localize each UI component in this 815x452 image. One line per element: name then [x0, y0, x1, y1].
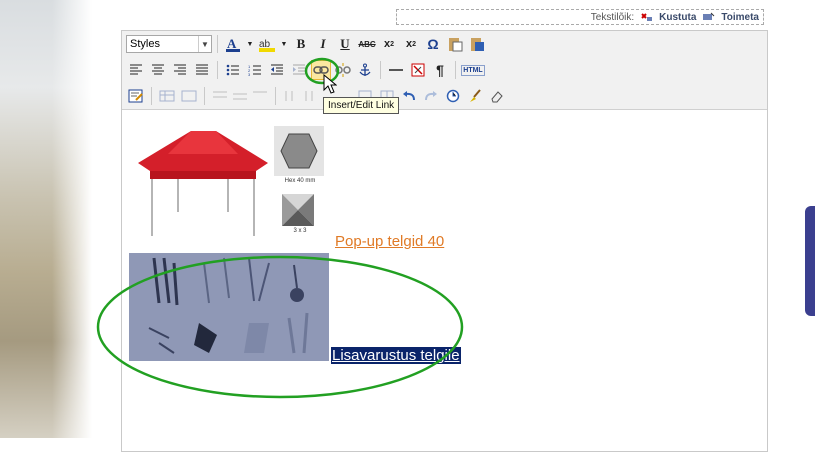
- outdent-icon: [271, 64, 283, 75]
- styles-value: Styles: [130, 38, 160, 50]
- paragraph-label: Tekstilõik:: [590, 11, 635, 23]
- table-icon: [159, 90, 175, 102]
- superscript-button[interactable]: x2: [401, 34, 421, 54]
- outdent-button[interactable]: [267, 60, 287, 80]
- paste-word-button[interactable]: [467, 34, 487, 54]
- toolbar-row-1: Styles ▼ A ▼ ab ▼ B I U ABC x2 x2 Ω: [126, 33, 487, 55]
- editor-toolbar: Styles ▼ A ▼ ab ▼ B I U ABC x2 x2 Ω 123: [122, 31, 767, 110]
- justify-button[interactable]: [192, 60, 212, 80]
- chevron-down-icon[interactable]: ▼: [279, 34, 289, 54]
- redo-button[interactable]: [421, 86, 441, 106]
- undo-button[interactable]: [399, 86, 419, 106]
- redo-icon: [425, 91, 437, 101]
- separator: [151, 87, 152, 105]
- square-caption: 3 x 3: [293, 228, 307, 234]
- separator: [217, 61, 218, 79]
- highlight-button[interactable]: ab: [257, 34, 277, 54]
- underline-button[interactable]: U: [335, 34, 355, 54]
- show-blocks-button[interactable]: ¶: [430, 60, 450, 80]
- eraser-button[interactable]: [487, 86, 507, 106]
- styles-dropdown[interactable]: Styles ▼: [126, 35, 212, 53]
- remove-format-icon: [411, 63, 425, 77]
- separator: [380, 61, 381, 79]
- chevron-down-icon[interactable]: ▼: [245, 34, 255, 54]
- toolbar-row-3: [126, 85, 507, 107]
- bold-button[interactable]: B: [291, 34, 311, 54]
- subscript-button[interactable]: x2: [379, 34, 399, 54]
- svg-text:A: A: [227, 36, 237, 51]
- align-left-button[interactable]: [126, 60, 146, 80]
- insert-time-button[interactable]: [443, 86, 463, 106]
- bullet-list-icon: [226, 64, 239, 76]
- tooltip: Insert/Edit Link: [323, 97, 400, 114]
- hex-profile-thumbnail[interactable]: [274, 126, 324, 176]
- hex-profile-image: [280, 133, 318, 169]
- table-row-icon: [213, 91, 267, 100]
- chevron-down-icon[interactable]: ▼: [198, 36, 211, 52]
- editor-content[interactable]: Hex 40 mm 3 x 3 Pop-up telgid 40 Lisavar…: [96, 110, 767, 450]
- html-label: HTML: [461, 64, 485, 76]
- anchor-icon: [359, 63, 371, 76]
- separator: [275, 87, 276, 105]
- special-char-button[interactable]: Ω: [423, 34, 443, 54]
- align-right-icon: [174, 64, 186, 75]
- delete-button[interactable]: Kustuta: [659, 12, 696, 23]
- html-source-button[interactable]: HTML: [461, 60, 485, 80]
- italic-button[interactable]: I: [313, 34, 333, 54]
- table-button[interactable]: [157, 86, 177, 106]
- remove-format-button[interactable]: [408, 60, 428, 80]
- paste-word-icon: [471, 38, 484, 51]
- cleanup-button[interactable]: [465, 86, 485, 106]
- separator: [217, 35, 218, 53]
- side-tab[interactable]: [805, 206, 815, 316]
- edit-button[interactable]: Toimeta: [721, 12, 759, 23]
- paste-text-button[interactable]: [445, 34, 465, 54]
- table-props-icon: [181, 90, 197, 102]
- bullet-list-button[interactable]: [223, 60, 243, 80]
- paste-text-icon: [449, 38, 463, 52]
- edit-icon[interactable]: [702, 12, 715, 22]
- align-center-button[interactable]: [148, 60, 168, 80]
- annotation-ellipse: [96, 255, 464, 399]
- undo-icon: [403, 91, 415, 101]
- svg-text:3: 3: [248, 72, 251, 76]
- rich-text-editor: Styles ▼ A ▼ ab ▼ B I U ABC x2 x2 Ω 123: [96, 30, 768, 452]
- delete-icon[interactable]: [640, 12, 653, 22]
- horizontal-rule-icon: [389, 69, 403, 71]
- edit-image-icon: [128, 89, 143, 103]
- square-profile-image[interactable]: [278, 192, 318, 228]
- hex-caption: Hex 40 mm: [284, 178, 316, 184]
- justify-icon: [196, 64, 208, 75]
- text-color-button[interactable]: A: [223, 34, 243, 54]
- anchor-button[interactable]: [355, 60, 375, 80]
- edit-image-button[interactable]: [126, 86, 146, 106]
- background-landscape: [0, 0, 92, 438]
- align-center-icon: [152, 64, 164, 75]
- table-col-icon: [285, 91, 313, 101]
- separator: [204, 87, 205, 105]
- horizontal-rule-button[interactable]: [386, 60, 406, 80]
- tent-image[interactable]: [138, 124, 268, 239]
- separator: [455, 61, 456, 79]
- broom-icon: [470, 89, 481, 102]
- numbered-list-icon: 123: [248, 64, 261, 76]
- clock-icon: [446, 89, 460, 103]
- table-row-buttons[interactable]: [210, 86, 270, 106]
- strikethrough-button[interactable]: ABC: [357, 34, 377, 54]
- highlight-icon: ab: [259, 39, 275, 52]
- eraser-icon: [491, 91, 503, 103]
- mouse-cursor-icon: [323, 74, 337, 94]
- table-props-button[interactable]: [179, 86, 199, 106]
- numbered-list-button[interactable]: 123: [245, 60, 265, 80]
- align-right-button[interactable]: [170, 60, 190, 80]
- table-col-buttons[interactable]: [281, 86, 321, 106]
- align-left-icon: [130, 64, 142, 75]
- link-popup-tents[interactable]: Pop-up telgid 40: [335, 233, 444, 250]
- paragraph-actions-bar: Tekstilõik: Kustuta Toimeta: [396, 9, 764, 25]
- text-color-icon: A: [226, 36, 240, 52]
